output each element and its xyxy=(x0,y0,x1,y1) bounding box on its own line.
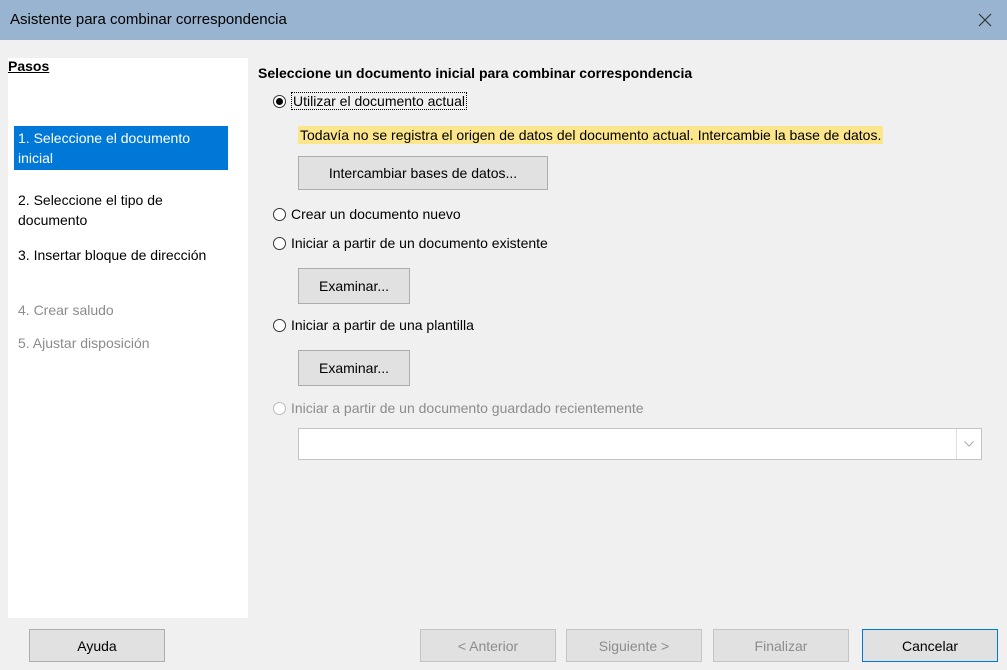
mail-merge-wizard-window: Asistente para combinar correspondencia … xyxy=(0,0,1007,670)
option-use-current-document[interactable]: Utilizar el documento actual xyxy=(273,92,467,110)
radio-new-document[interactable] xyxy=(273,207,286,221)
next-button: Siguiente > xyxy=(566,629,702,662)
finish-button: Finalizar xyxy=(713,629,849,662)
option-existing-document-label: Iniciar a partir de un documento existen… xyxy=(291,235,548,251)
option-template[interactable]: Iniciar a partir de una plantilla xyxy=(273,317,474,333)
recent-documents-combobox xyxy=(298,428,982,460)
radio-existing-document[interactable] xyxy=(273,236,286,250)
option-template-label: Iniciar a partir de una plantilla xyxy=(291,317,474,333)
browse-existing-button[interactable]: Examinar... xyxy=(298,268,410,304)
title-bar: Asistente para combinar correspondencia xyxy=(0,0,1007,40)
help-button[interactable]: Ayuda xyxy=(29,629,165,662)
step-select-starting-document[interactable]: 1. Seleccione el documento inicial xyxy=(14,126,228,170)
step-create-salutation: 4. Crear saludo xyxy=(18,302,114,318)
option-create-new-document[interactable]: Crear un documento nuevo xyxy=(273,206,461,222)
section-title: Seleccione un documento inicial para com… xyxy=(258,65,693,81)
option-recent-document: Iniciar a partir de un documento guardad… xyxy=(273,400,644,416)
radio-recent-document xyxy=(273,401,286,415)
cancel-button[interactable]: Cancelar xyxy=(862,629,998,662)
main-panel: Seleccione un documento inicial para com… xyxy=(256,58,996,618)
previous-button: < Anterior xyxy=(420,629,556,662)
step-adjust-layout: 5. Ajustar disposición xyxy=(18,335,150,351)
close-icon xyxy=(978,13,992,27)
exchange-databases-button[interactable]: Intercambiar bases de datos... xyxy=(298,156,548,190)
step-insert-address-block[interactable]: 3. Insertar bloque de dirección xyxy=(14,243,228,267)
data-source-warning: Todavía no se registra el origen de dato… xyxy=(298,126,884,144)
option-use-current-document-label: Utilizar el documento actual xyxy=(291,92,467,110)
radio-template[interactable] xyxy=(273,318,286,332)
steps-heading: Pasos xyxy=(8,58,50,74)
option-existing-document[interactable]: Iniciar a partir de un documento existen… xyxy=(273,235,548,251)
option-create-new-document-label: Crear un documento nuevo xyxy=(291,206,461,222)
browse-template-button[interactable]: Examinar... xyxy=(298,350,410,386)
radio-current-document[interactable] xyxy=(273,94,286,108)
chevron-down-icon xyxy=(956,429,981,459)
close-button[interactable] xyxy=(963,0,1007,40)
step-select-document-type[interactable]: 2. Seleccione el tipo de documento xyxy=(14,188,228,232)
option-recent-document-label: Iniciar a partir de un documento guardad… xyxy=(291,400,644,416)
steps-sidebar: Pasos 1. Seleccione el documento inicial… xyxy=(8,58,248,618)
window-title: Asistente para combinar correspondencia xyxy=(10,11,287,28)
